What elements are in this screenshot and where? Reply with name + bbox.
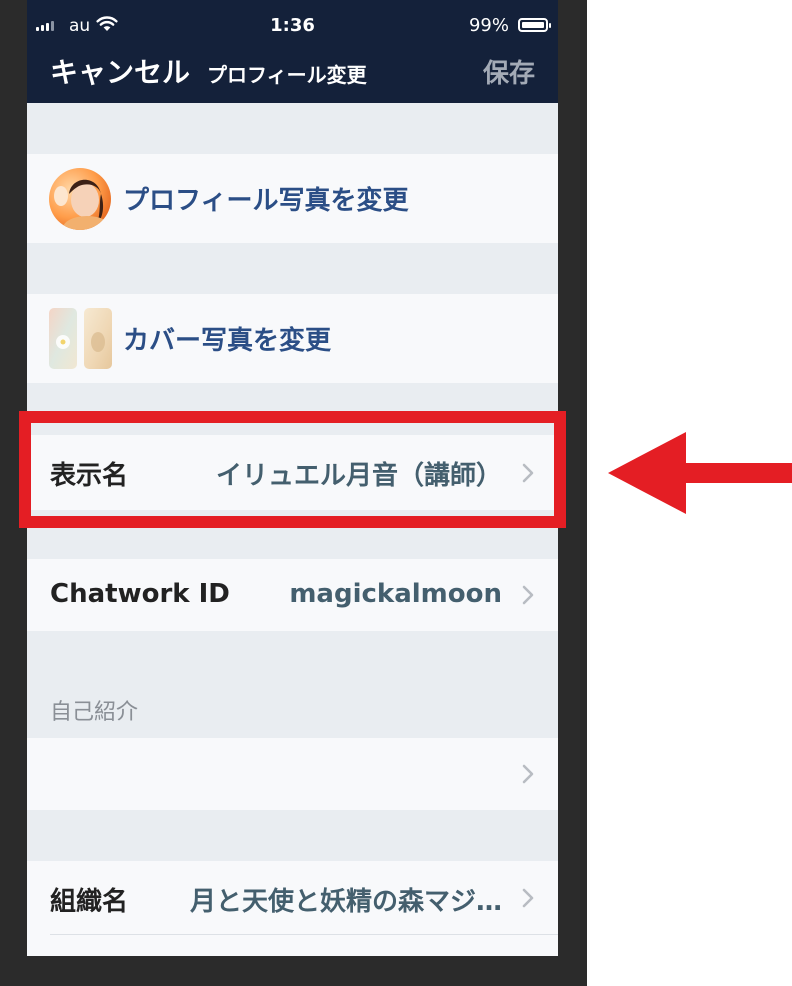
cancel-button[interactable]: キャンセル [50,51,190,91]
save-button[interactable]: 保存 [483,53,535,90]
status-bar: au 1:36 99% [27,12,558,42]
chevron-right-icon [522,764,534,784]
battery-percent: 99% [468,15,509,36]
chatwork-id-row[interactable]: Chatwork ID magickalmoon [27,559,558,631]
chevron-right-icon [522,888,534,908]
chatwork-id-label: Chatwork ID [50,579,230,609]
organization-label: 組織名 [50,887,129,917]
row-divider [50,934,558,935]
bottom-frame [0,956,587,986]
change-profile-photo-label: プロフィール写真を変更 [123,186,409,216]
battery-icon [518,18,551,32]
self-intro-row[interactable] [27,738,558,810]
chatwork-id-value: magickalmoon [289,579,502,609]
chevron-right-icon [522,585,534,605]
cover-thumbnail-1 [49,308,77,369]
self-intro-header: 自己紹介 [50,700,139,725]
organization-row[interactable]: 組織名 月と天使と妖精の森マジ… [27,861,558,956]
organization-value: 月と天使と妖精の森マジ… [189,887,502,917]
change-cover-photo-label: カバー写真を変更 [123,326,332,356]
navigation-bar: au 1:36 99% キャンセル プロフィール変更 保存 [27,0,558,103]
arrow-left-icon [608,432,792,514]
page-title: プロフィール変更 [207,63,367,87]
change-cover-photo-row[interactable]: カバー写真を変更 [27,294,558,383]
change-profile-photo-row[interactable]: プロフィール写真を変更 [27,154,558,243]
cover-thumbnail-2 [84,308,112,369]
highlight-box [19,411,566,528]
avatar [49,168,111,230]
